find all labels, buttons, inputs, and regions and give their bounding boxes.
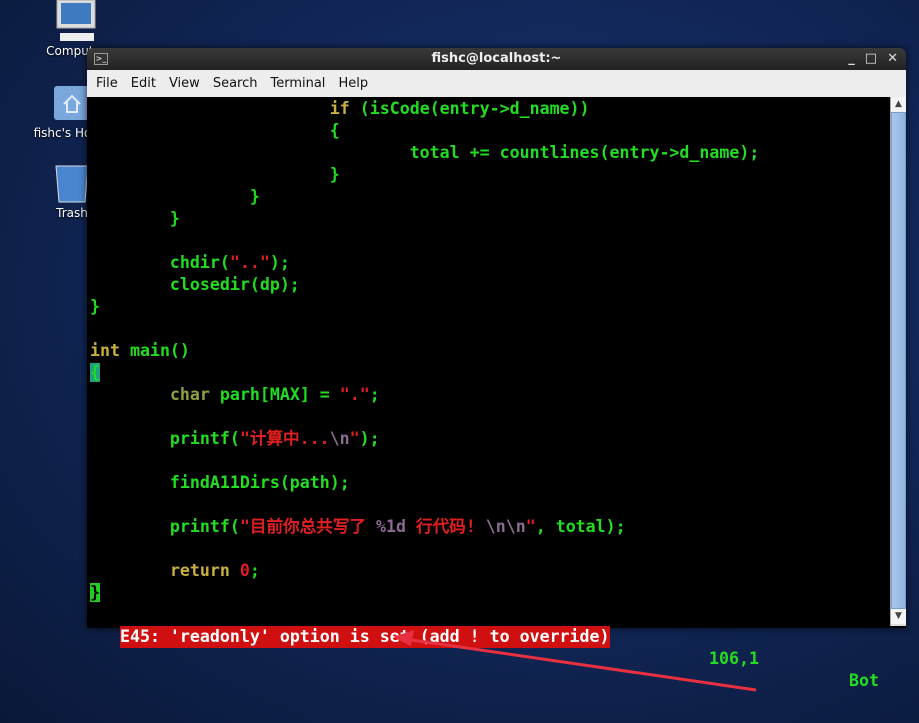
annotation-arrow [393,630,757,692]
